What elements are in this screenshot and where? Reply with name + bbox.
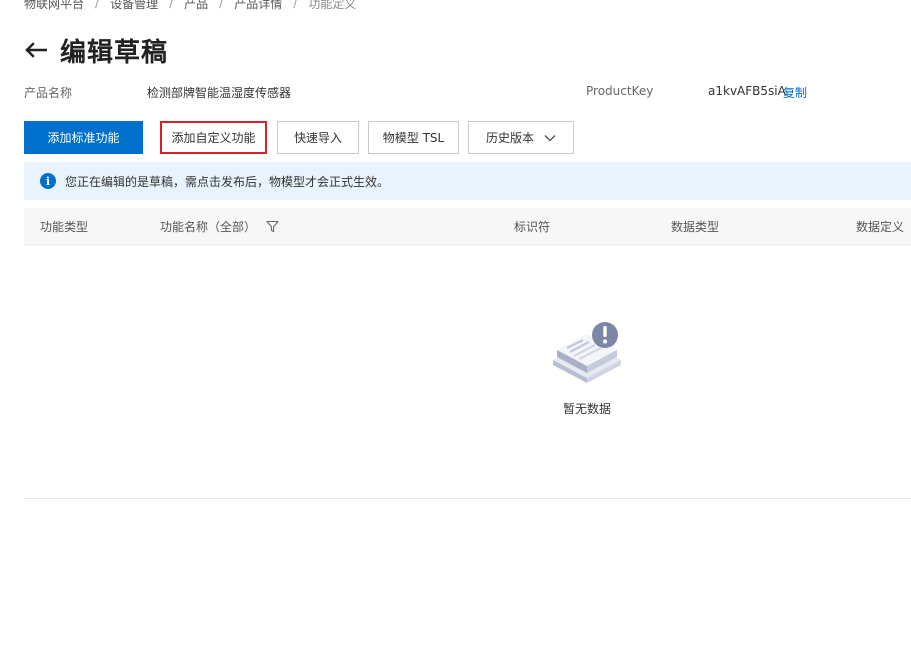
product-key-label: ProductKey xyxy=(586,84,654,98)
empty-state-illustration xyxy=(549,320,625,391)
back-arrow-icon[interactable] xyxy=(24,38,48,62)
breadcrumb-separator: / xyxy=(293,0,298,10)
draft-notice: i 您正在编辑的是草稿，需点击发布后，物模型才会正式生效。 xyxy=(24,162,911,200)
info-icon: i xyxy=(40,173,56,189)
breadcrumb-item-product[interactable]: 产品 xyxy=(184,0,208,12)
chevron-down-icon xyxy=(544,134,556,142)
add-standard-function-button[interactable]: 添加标准功能 xyxy=(24,121,143,154)
breadcrumb-item-iot-platform[interactable]: 物联网平台 xyxy=(24,0,84,12)
breadcrumb-separator: / xyxy=(169,0,174,10)
breadcrumb-item-product-detail[interactable]: 产品详情 xyxy=(234,0,282,12)
column-function-name[interactable]: 功能名称（全部） xyxy=(160,208,279,245)
column-function-type: 功能类型 xyxy=(40,220,89,234)
breadcrumb-separator: / xyxy=(219,0,224,10)
toolbar: 添加标准功能 添加自定义功能 快速导入 物模型 TSL 历史版本 xyxy=(24,121,583,154)
empty-state-text: 暂无数据 xyxy=(562,402,611,416)
breadcrumb: 物联网平台 / 设备管理 / 产品 / 产品详情 / 功能定义 xyxy=(24,0,356,12)
page-title: 编辑草稿 xyxy=(60,37,169,68)
empty-data-icon xyxy=(553,322,621,383)
copy-link[interactable]: 复制 xyxy=(783,84,807,101)
history-version-label: 历史版本 xyxy=(485,131,534,145)
product-info: 产品名称 检测部牌智能温湿度传感器 ProductKey a1kvAFB5siA… xyxy=(24,84,911,102)
product-name-label: 产品名称 xyxy=(24,86,73,100)
column-data-definition: 数据定义 xyxy=(856,220,905,234)
column-data-type: 数据类型 xyxy=(671,220,720,234)
product-name-value: 检测部牌智能温湿度传感器 xyxy=(147,86,292,100)
column-function-name-label: 功能名称（全部） xyxy=(160,220,257,234)
product-key-value: a1kvAFB5siA xyxy=(708,84,786,98)
add-custom-function-button[interactable]: 添加自定义功能 xyxy=(160,121,267,154)
column-identifier: 标识符 xyxy=(514,220,551,234)
breadcrumb-separator: / xyxy=(95,0,100,10)
history-version-button[interactable]: 历史版本 xyxy=(468,121,574,154)
table-header: 功能类型 功能名称（全部） 标识符 数据类型 数据定义 xyxy=(24,208,911,245)
page-header: 编辑草稿 xyxy=(24,32,168,68)
quick-import-button[interactable]: 快速导入 xyxy=(277,121,359,154)
breadcrumb-item-function-definition: 功能定义 xyxy=(308,0,357,11)
table-bottom-divider xyxy=(24,498,911,499)
breadcrumb-item-device-management[interactable]: 设备管理 xyxy=(110,0,158,12)
tsl-button[interactable]: 物模型 TSL xyxy=(368,121,459,154)
notice-text: 您正在编辑的是草稿，需点击发布后，物模型才会正式生效。 xyxy=(65,174,390,189)
filter-icon[interactable] xyxy=(266,220,279,233)
